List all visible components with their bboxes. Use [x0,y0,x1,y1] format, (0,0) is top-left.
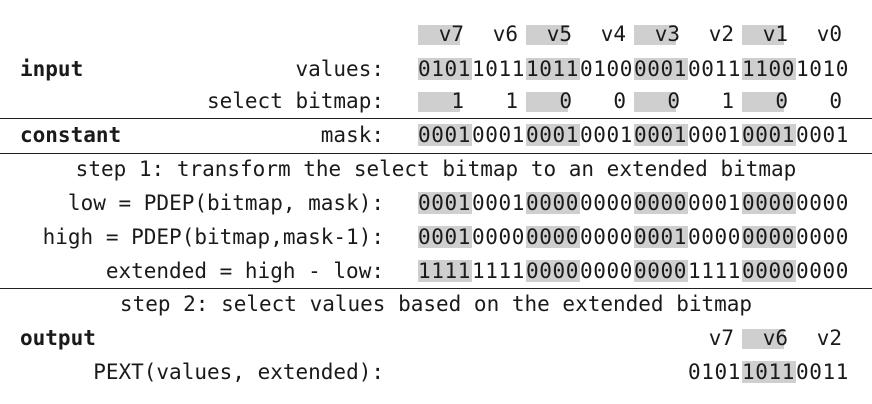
high-desc: high = PDEP(bitmap,mask-1): [42,225,384,249]
lane-label-0: v7 [418,19,472,49]
low-bits: 0001 0001 0000 0000 0000 0001 0000 0000 [418,188,850,218]
lane-header-row: v7 v6 v5 v4 v3 v2 v1 v0 [0,19,872,49]
select-desc: select bitmap: [206,89,384,113]
mask-nibble-0: 0001 [418,123,472,147]
low-row: low = PDEP(bitmap, mask): 0001 0001 0000 00… [0,188,872,218]
extended-desc: extended = high - low: [105,259,384,283]
lane-label-3: v4 [600,22,626,46]
high-nibble-6: 0000 [742,225,796,249]
pext-nibble-2: 0011 [796,360,849,384]
low-nibble-0: 0001 [418,191,472,215]
output-lane-1: v6 [742,323,796,353]
select-bit-6: 0 [742,86,796,116]
low-nibble-1: 0001 [472,191,525,215]
extended-nibble-6: 0000 [742,259,796,283]
pext-row: PEXT(values, extended): 0101 1011 0011 [0,357,872,387]
values-desc: values: [295,57,384,81]
high-nibble-2: 0000 [526,225,580,249]
select-bits: 11000100 [418,86,850,116]
extended-row: extended = high - low: 1111 1111 0000 0000 0… [0,256,872,286]
extended-bits: 1111 1111 0000 0000 0000 1111 0000 0000 [418,256,850,286]
mask-row: constant mask: 0001 0001 0001 0001 0001 0001 0… [0,120,872,150]
values-nibble-3: 0100 [580,57,633,81]
high-nibble-0: 0001 [418,225,472,249]
values-bits: 0101 1011 1011 0100 0001 0011 1100 1010 [418,54,850,84]
high-nibble-1: 0000 [472,225,525,249]
output-lane-2: v2 [816,326,842,350]
select-bit-3: 0 [613,89,626,113]
high-nibble-5: 0000 [688,225,741,249]
select-bit-0: 1 [418,86,472,116]
output-lane-0: v7 [708,326,734,350]
lane-label-4: v3 [634,19,688,49]
extended-nibble-0: 1111 [418,259,472,283]
select-bit-1: 1 [505,89,518,113]
output-label: output [20,326,96,350]
pext-bits: 0101 1011 0011 [688,357,850,387]
lane-label-6: v1 [742,19,796,49]
values-nibble-2: 1011 [526,57,580,81]
extended-nibble-5: 1111 [688,259,741,283]
output-row: output v7 v6 v2 [0,323,872,353]
lane-label-1: v6 [492,22,518,46]
low-nibble-2: 0000 [526,191,580,215]
low-nibble-6: 0000 [742,191,796,215]
extended-nibble-1: 1111 [472,259,525,283]
divider [0,118,872,119]
extended-nibble-2: 0000 [526,259,580,283]
values-nibble-4: 0001 [634,57,688,81]
low-nibble-4: 0000 [634,191,688,215]
lane-label-2: v5 [526,19,580,49]
extended-nibble-3: 0000 [580,259,633,283]
extended-nibble-7: 0000 [796,259,849,283]
select-bit-7: 0 [829,89,842,113]
output-lane-labels: v7 v6 v2 [688,323,850,353]
high-bits: 0001 0000 0000 0000 0001 0000 0000 0000 [418,222,850,252]
constant-label: constant [20,123,122,147]
mask-nibble-2: 0001 [526,123,580,147]
extended-nibble-4: 0000 [634,259,688,283]
mask-nibble-3: 0001 [580,123,633,147]
lane-labels: v7 v6 v5 v4 v3 v2 v1 v0 [418,19,850,49]
step1-title: step 1: transform the select bitmap to a… [75,157,797,181]
pext-desc: PEXT(values, extended): [93,360,384,384]
values-nibble-7: 1010 [796,57,849,81]
mask-nibble-7: 0001 [796,123,849,147]
high-nibble-4: 0001 [634,225,688,249]
select-row: select bitmap: 11000100 [0,86,872,116]
high-row: high = PDEP(bitmap,mask-1): 0001 0000 0000… [0,222,872,252]
values-nibble-6: 1100 [742,57,796,81]
select-bit-2: 0 [526,86,580,116]
low-nibble-5: 0001 [688,191,741,215]
select-bit-4: 0 [634,86,688,116]
mask-nibble-4: 0001 [634,123,688,147]
lane-label-5: v2 [708,22,734,46]
low-nibble-3: 0000 [580,191,633,215]
select-bit-5: 1 [721,89,734,113]
high-nibble-7: 0000 [796,225,849,249]
mask-nibble-5: 0001 [688,123,741,147]
high-nibble-3: 0000 [580,225,633,249]
pext-nibble-0: 0101 [688,360,741,384]
values-row: input values: 0101 1011 1011 0100 0001 0011 11… [0,54,872,84]
mask-desc: mask: [320,123,384,147]
values-nibble-1: 1011 [472,57,525,81]
input-label: input [20,57,84,81]
mask-nibble-6: 0001 [742,123,796,147]
low-desc: low = PDEP(bitmap, mask): [67,191,384,215]
low-nibble-7: 0000 [796,191,849,215]
mask-nibble-1: 0001 [472,123,525,147]
values-nibble-5: 0011 [688,57,741,81]
mask-bits: 0001 0001 0001 0001 0001 0001 0001 0001 [418,120,850,150]
step2-title: step 2: select values based on the exten… [119,292,753,316]
lane-label-7: v0 [816,22,842,46]
values-nibble-0: 0101 [418,57,472,81]
pext-nibble-1: 1011 [742,360,796,384]
